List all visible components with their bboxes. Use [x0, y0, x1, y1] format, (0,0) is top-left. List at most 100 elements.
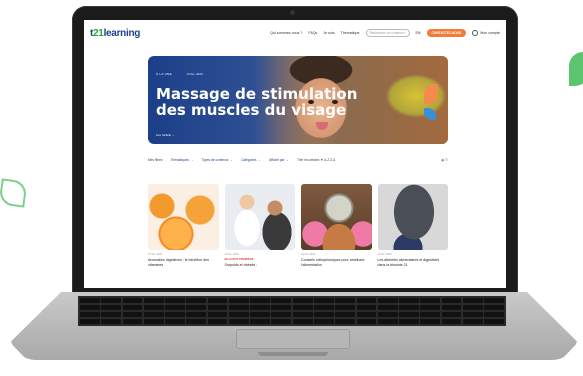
- keyboard-key: [484, 304, 504, 311]
- filter-affiche-par[interactable]: Affiché par ⌄: [269, 158, 289, 162]
- nav-link-je-suis[interactable]: Je suis: [323, 31, 334, 35]
- keyboard-key: [484, 311, 504, 318]
- keyboard-key: [399, 298, 419, 304]
- hero-title: Massage de stimulation des muscles du vi…: [156, 85, 358, 119]
- nav-link-about[interactable]: Qui sommes-nous ?: [270, 31, 302, 35]
- nav-link-faqs[interactable]: FAQs: [308, 31, 317, 35]
- keyboard-key: [377, 318, 398, 324]
- article-card[interactable]: 13 fév. 2023 EN AVANT-PREMIÈRE Surpoids …: [224, 184, 295, 288]
- laptop-notch: [258, 352, 328, 356]
- keyboard-key: [143, 311, 164, 318]
- keyboard-key: [314, 311, 334, 318]
- keyboard-key: [122, 318, 143, 324]
- keyboard-key: [101, 304, 122, 311]
- keyboard-key: [80, 311, 100, 318]
- keyboard-key: [441, 298, 462, 304]
- keyboard-key: [314, 304, 334, 311]
- hero-read-link[interactable]: Lire l'article →: [156, 133, 175, 137]
- filter-categories[interactable]: Catégories ⌄: [241, 158, 261, 162]
- keyboard-key: [122, 298, 143, 304]
- keyboard-key: [356, 298, 377, 304]
- keyboard-key: [228, 311, 249, 318]
- keyboard-key: [271, 311, 292, 318]
- site-logo[interactable]: t21learning: [90, 28, 140, 39]
- keyboard-key: [484, 318, 504, 324]
- nav-link-thematique[interactable]: Thématique: [341, 31, 360, 35]
- trackpad: [236, 329, 350, 349]
- keyboard-key: [399, 318, 419, 324]
- keyboard-key: [462, 311, 483, 318]
- keyboard-key: [101, 311, 122, 318]
- keyboard-key: [377, 311, 398, 318]
- logo-suffix: learning: [103, 27, 141, 39]
- keyboard-key: [420, 311, 441, 318]
- filter-types[interactable]: Types de contenus ⌄: [202, 158, 233, 162]
- keyboard-key: [292, 304, 313, 311]
- keyboard-key: [80, 318, 100, 324]
- keyboard-key: [399, 311, 419, 318]
- keyboard-key: [377, 298, 398, 304]
- keyboard-key: [165, 318, 185, 324]
- keyboard: [78, 296, 506, 326]
- keyboard-key: [271, 304, 292, 311]
- keyboard-key: [101, 318, 122, 324]
- keyboard-key: [165, 311, 185, 318]
- article-title: Les atteintes alimentaires et digestives…: [377, 258, 440, 267]
- keyboard-key: [143, 304, 164, 311]
- keyboard-key: [207, 311, 228, 318]
- keyboard-key: [207, 304, 228, 311]
- hero-date: 13 fév. 2023: [186, 72, 203, 76]
- article-image: [377, 184, 448, 250]
- filter-thematiques[interactable]: Thématiques ⌄: [171, 158, 194, 162]
- keyboard-key: [228, 318, 249, 324]
- account-link[interactable]: Mon compte: [472, 30, 500, 36]
- keyboard-key: [420, 304, 441, 311]
- keyboard-key: [335, 318, 356, 324]
- keyboard-key: [250, 311, 270, 318]
- article-card[interactable]: 13 fév. 2023 Conseils orthophoniques pou…: [301, 184, 372, 288]
- hero-kicker: À LA UNE: [156, 72, 172, 76]
- article-date: 13 fév. 2023: [301, 253, 316, 256]
- sort-control[interactable]: Trier les articles ▼ A-Z Z-A: [297, 158, 335, 162]
- keyboard-key: [207, 318, 228, 324]
- article-card[interactable]: 13 fév. 2023 Les atteintes alimentaires …: [377, 184, 448, 288]
- nav-links: Qui sommes-nous ? FAQs Je suis Thématiqu…: [270, 29, 500, 37]
- keyboard-key: [101, 298, 122, 304]
- keyboard-key: [250, 298, 270, 304]
- keyboard-key: [420, 298, 441, 304]
- keyboard-key: [250, 318, 270, 324]
- search-icon: ⚲: [403, 31, 406, 35]
- keyboard-key: [462, 318, 483, 324]
- view-toggle[interactable]: ▦ ☰: [441, 158, 448, 162]
- keyboard-key: [484, 298, 504, 304]
- keyboard-key: [80, 304, 100, 311]
- keyboard-key: [441, 311, 462, 318]
- lang-switch[interactable]: EN: [416, 31, 421, 35]
- filter-label: Types de contenus: [201, 158, 229, 162]
- keyboard-key: [186, 318, 207, 324]
- keyboard-key: [335, 298, 356, 304]
- keyboard-key: [186, 311, 207, 318]
- search-input[interactable]: Rechercher un contenu ⚲: [365, 29, 410, 37]
- keyboard-key: [228, 304, 249, 311]
- top-nav: t21learning Qui sommes-nous ? FAQs Je su…: [84, 20, 506, 46]
- keyboard-key: [143, 318, 164, 324]
- keyboard-key: [122, 304, 143, 311]
- keyboard-key: [228, 298, 249, 304]
- keyboard-key: [335, 304, 356, 311]
- article-card[interactable]: 13 fév. 2023 Anomalies digestives : le b…: [148, 184, 219, 288]
- article-title: Conseils orthophoniques pour améliorer l…: [301, 258, 365, 267]
- filter-label: Affiché par: [269, 158, 285, 162]
- keyboard-key: [186, 298, 207, 304]
- keyboard-key: [292, 318, 313, 324]
- contact-button[interactable]: CONTACTEZ-NOUS: [426, 29, 467, 37]
- keyboard-key: [207, 298, 228, 304]
- leaf-green-icon: [569, 52, 583, 86]
- chevron-down-icon: ⌄: [258, 158, 262, 162]
- keyboard-key: [399, 304, 419, 311]
- keyboard-key: [314, 298, 334, 304]
- article-title: Surpoids et obésité :: [224, 263, 258, 267]
- keyboard-key: [271, 318, 292, 324]
- hero-banner[interactable]: À LA UNE 13 fév. 2023 Massage de stimula…: [148, 56, 448, 144]
- article-date: 13 fév. 2023: [224, 253, 239, 256]
